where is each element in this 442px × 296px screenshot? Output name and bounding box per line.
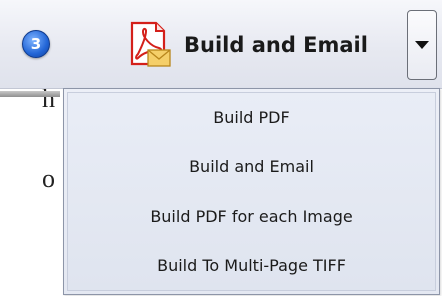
menu-item-build-multi-page-tiff[interactable]: Build To Multi-Page TIFF	[68, 250, 435, 281]
build-options-menu: Build PDF Build and Email Build PDF for …	[63, 88, 440, 295]
background-divider	[0, 91, 60, 97]
build-and-email-label: Build and Email	[184, 33, 368, 57]
build-options-dropdown-toggle[interactable]	[407, 10, 437, 80]
step-number-badge: 3	[22, 30, 50, 58]
menu-item-build-pdf[interactable]: Build PDF	[68, 102, 435, 133]
pdf-email-icon	[126, 20, 172, 70]
background-text-fragment: o	[42, 164, 55, 193]
screenshot-stage: h o 3 Build and Email Build PDF Build an…	[0, 0, 442, 296]
build-toolbar: 3 Build and Email	[0, 0, 442, 89]
build-and-email-button[interactable]: Build and Email	[118, 16, 400, 74]
menu-item-build-pdf-each-image[interactable]: Build PDF for each Image	[68, 201, 435, 232]
chevron-down-icon	[415, 41, 429, 49]
menu-item-build-and-email[interactable]: Build and Email	[68, 151, 435, 182]
build-options-menu-list: Build PDF Build and Email Build PDF for …	[67, 92, 436, 291]
